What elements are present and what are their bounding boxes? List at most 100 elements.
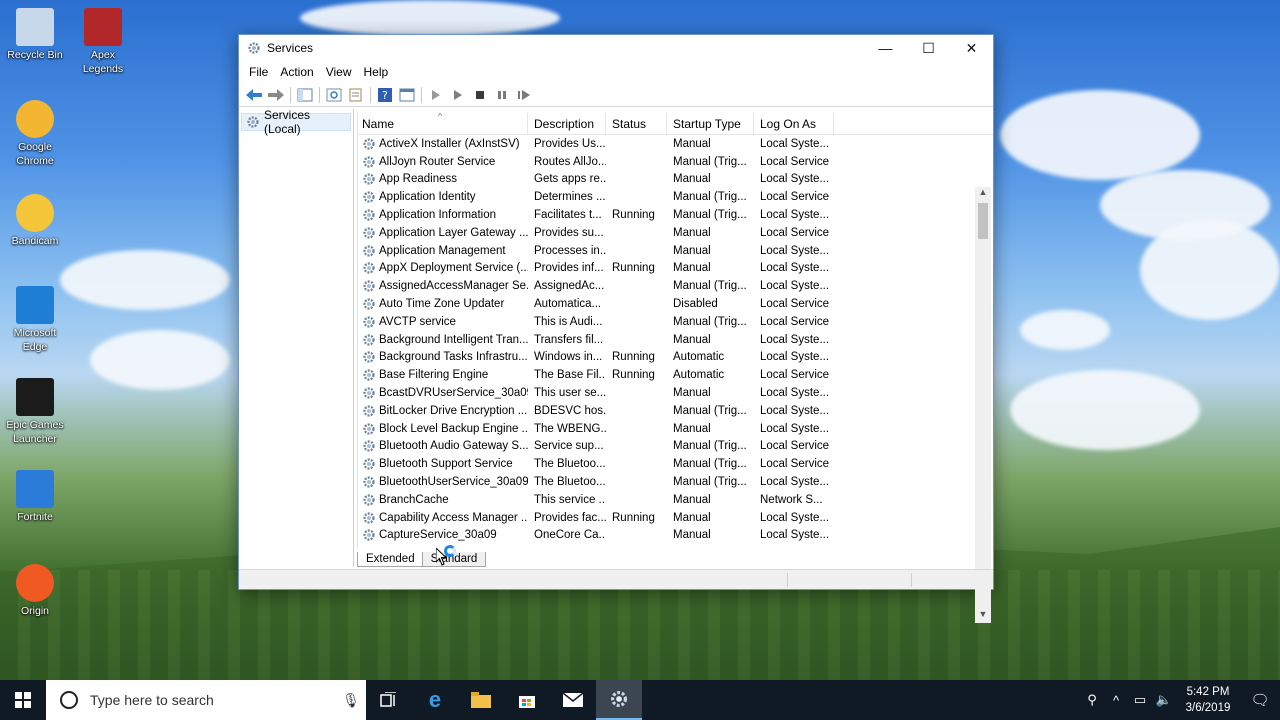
menu-file[interactable]: File	[243, 65, 274, 79]
console-tree-icon[interactable]	[294, 85, 316, 105]
table-row[interactable]: Bluetooth Audio Gateway S... Service sup.…	[358, 438, 993, 456]
tree-item-services-local[interactable]: Services (Local)	[241, 108, 351, 136]
table-row[interactable]: CaptureService_30a09 OneCore Ca... Manual L…	[358, 527, 993, 545]
service-name-cell: Bluetooth Audio Gateway S...	[358, 439, 528, 453]
desktop-icon[interactable]: Epic Games Launcher	[4, 378, 66, 446]
table-row[interactable]: BluetoothUserService_30a09 The Bluetoo...…	[358, 473, 993, 491]
menu-view[interactable]: View	[320, 65, 358, 79]
service-description: This user se...	[534, 387, 606, 400]
task-view-button[interactable]	[366, 680, 412, 720]
vertical-scrollbar[interactable]: ▲ ▼	[975, 187, 991, 623]
pause-service-icon[interactable]	[491, 85, 513, 105]
forward-arrow-icon[interactable]	[265, 85, 287, 105]
back-arrow-icon[interactable]	[243, 85, 265, 105]
service-name-cell: AppX Deployment Service (...	[358, 261, 528, 275]
minimize-button[interactable]: —	[864, 35, 907, 61]
service-description: Provides Us...	[534, 137, 606, 150]
network-icon[interactable]: ▭	[1128, 692, 1152, 708]
desktop-icon[interactable]: Recycle Bin	[4, 8, 66, 62]
service-gear-icon	[363, 405, 375, 417]
table-row[interactable]: Background Tasks Infrastru... Windows in.…	[358, 349, 993, 367]
service-log-on-as: Local Syste...	[760, 333, 830, 346]
maximize-button[interactable]: ☐	[907, 35, 950, 61]
table-row[interactable]: Base Filtering Engine The Base Fil... Runn…	[358, 366, 993, 384]
table-row[interactable]: BcastDVRUserService_30a09 This user se...…	[358, 384, 993, 402]
table-row[interactable]: BranchCache This service ... Manual Network…	[358, 491, 993, 509]
column-header-startup-type[interactable]: Startup Type	[667, 113, 754, 135]
close-button[interactable]: ✕	[950, 35, 993, 61]
service-log-on-as: Local Service	[760, 298, 830, 311]
service-description: Service sup...	[534, 440, 604, 453]
table-row[interactable]: BitLocker Drive Encryption ... BDESVC hos…	[358, 402, 993, 420]
start-button[interactable]	[0, 680, 46, 720]
service-gear-icon	[363, 245, 375, 257]
service-startup-type: Automatic	[673, 351, 725, 364]
table-row[interactable]: App Readiness Gets apps re... Manual Local …	[358, 171, 993, 189]
column-header-log-on-as[interactable]: Log On As	[754, 113, 834, 135]
column-header-description[interactable]: Description	[528, 113, 606, 135]
service-description: The Bluetoo...	[534, 458, 606, 471]
restart-service-icon[interactable]	[513, 85, 535, 105]
table-row[interactable]: Application Management Processes in... Man…	[358, 242, 993, 260]
table-row[interactable]: Capability Access Manager ... Provides fa…	[358, 509, 993, 527]
menu-action[interactable]: Action	[274, 65, 319, 79]
desktop-icon[interactable]: Microsoft Edge	[4, 286, 66, 354]
tab-extended[interactable]: Extended	[357, 552, 424, 567]
taskbar-services[interactable]	[596, 680, 642, 720]
table-row[interactable]: Auto Time Zone Updater Automatica... Disab…	[358, 295, 993, 313]
toolbar-separator	[421, 86, 422, 103]
menu-help[interactable]: Help	[358, 65, 395, 79]
volume-icon[interactable]: 🔈	[1152, 692, 1176, 708]
table-row[interactable]: AVCTP service This is Audi... Manual (Trig…	[358, 313, 993, 331]
desktop-icon[interactable]: Apex Legends	[72, 8, 134, 76]
start-service-icon[interactable]	[425, 85, 447, 105]
scroll-thumb[interactable]	[978, 203, 988, 239]
start-service-alt-icon[interactable]	[447, 85, 469, 105]
stop-service-icon[interactable]	[469, 85, 491, 105]
table-row[interactable]: Background Intelligent Tran... Transfers …	[358, 331, 993, 349]
people-icon[interactable]: ⚲	[1080, 692, 1104, 708]
scroll-up-arrow-icon[interactable]: ▲	[975, 187, 991, 201]
table-row[interactable]: Application Information Facilitates t... R…	[358, 206, 993, 224]
column-header-status[interactable]: Status	[606, 113, 667, 135]
desktop-icon[interactable]: Bandicam	[4, 194, 66, 248]
taskbar-search-box[interactable]: Type here to search 🎙	[46, 680, 366, 720]
table-row[interactable]: ActiveX Installer (AxInstSV) Provides Us.…	[358, 135, 993, 153]
service-name: Base Filtering Engine	[379, 369, 489, 382]
help-icon[interactable]: ?	[374, 85, 396, 105]
microphone-icon[interactable]: 🎙	[336, 692, 366, 709]
table-row[interactable]: Block Level Backup Engine ... The WBENG..…	[358, 420, 993, 438]
refresh-icon[interactable]	[323, 85, 345, 105]
service-name: BitLocker Drive Encryption ...	[379, 404, 528, 417]
table-row[interactable]: Application Identity Determines ... Manual…	[358, 188, 993, 206]
action-center-icon[interactable]: 🗨	[1240, 691, 1280, 709]
table-row[interactable]: Application Layer Gateway ... Provides su…	[358, 224, 993, 242]
table-row[interactable]: AssignedAccessManager Se... AssignedAc...…	[358, 277, 993, 295]
edge-icon: e	[428, 687, 442, 712]
taskbar-clock[interactable]: 5:42 PM 3/6/2019	[1176, 684, 1240, 716]
column-header-name[interactable]: Name	[358, 113, 528, 135]
taskbar-file-explorer[interactable]	[458, 680, 504, 720]
taskbar: Type here to search 🎙 e ⚲ ^ ▭ 🔈 5:42 PM …	[0, 680, 1280, 720]
desktop-icon-label: Recycle Bin	[7, 49, 63, 61]
desktop-icon[interactable]: Google Chrome	[4, 100, 66, 168]
taskbar-mail[interactable]	[550, 680, 596, 720]
taskbar-edge[interactable]: e	[412, 680, 458, 720]
table-row[interactable]: AppX Deployment Service (... Provides inf…	[358, 260, 993, 278]
desktop-icon[interactable]: Origin	[4, 564, 66, 618]
export-list-icon[interactable]	[345, 85, 367, 105]
title-bar[interactable]: Services — ☐ ✕	[239, 35, 993, 61]
table-row[interactable]: Bluetooth Support Service The Bluetoo... M…	[358, 455, 993, 473]
scroll-down-arrow-icon[interactable]: ▼	[975, 609, 991, 623]
service-log-on-as: Local Service	[760, 155, 830, 168]
service-log-on-as: Local Service	[760, 440, 830, 453]
properties-icon[interactable]	[396, 85, 418, 105]
service-gear-icon	[363, 298, 375, 310]
taskbar-store[interactable]	[504, 680, 550, 720]
service-description: Determines ...	[534, 191, 606, 204]
show-hidden-icons-chevron-icon[interactable]: ^	[1104, 693, 1128, 708]
services-gear-icon	[611, 691, 627, 707]
table-row[interactable]: AllJoyn Router Service Routes AllJo... Man…	[358, 153, 993, 171]
desktop-icon[interactable]: Fortnite	[4, 470, 66, 524]
service-startup-type: Manual	[673, 173, 711, 186]
